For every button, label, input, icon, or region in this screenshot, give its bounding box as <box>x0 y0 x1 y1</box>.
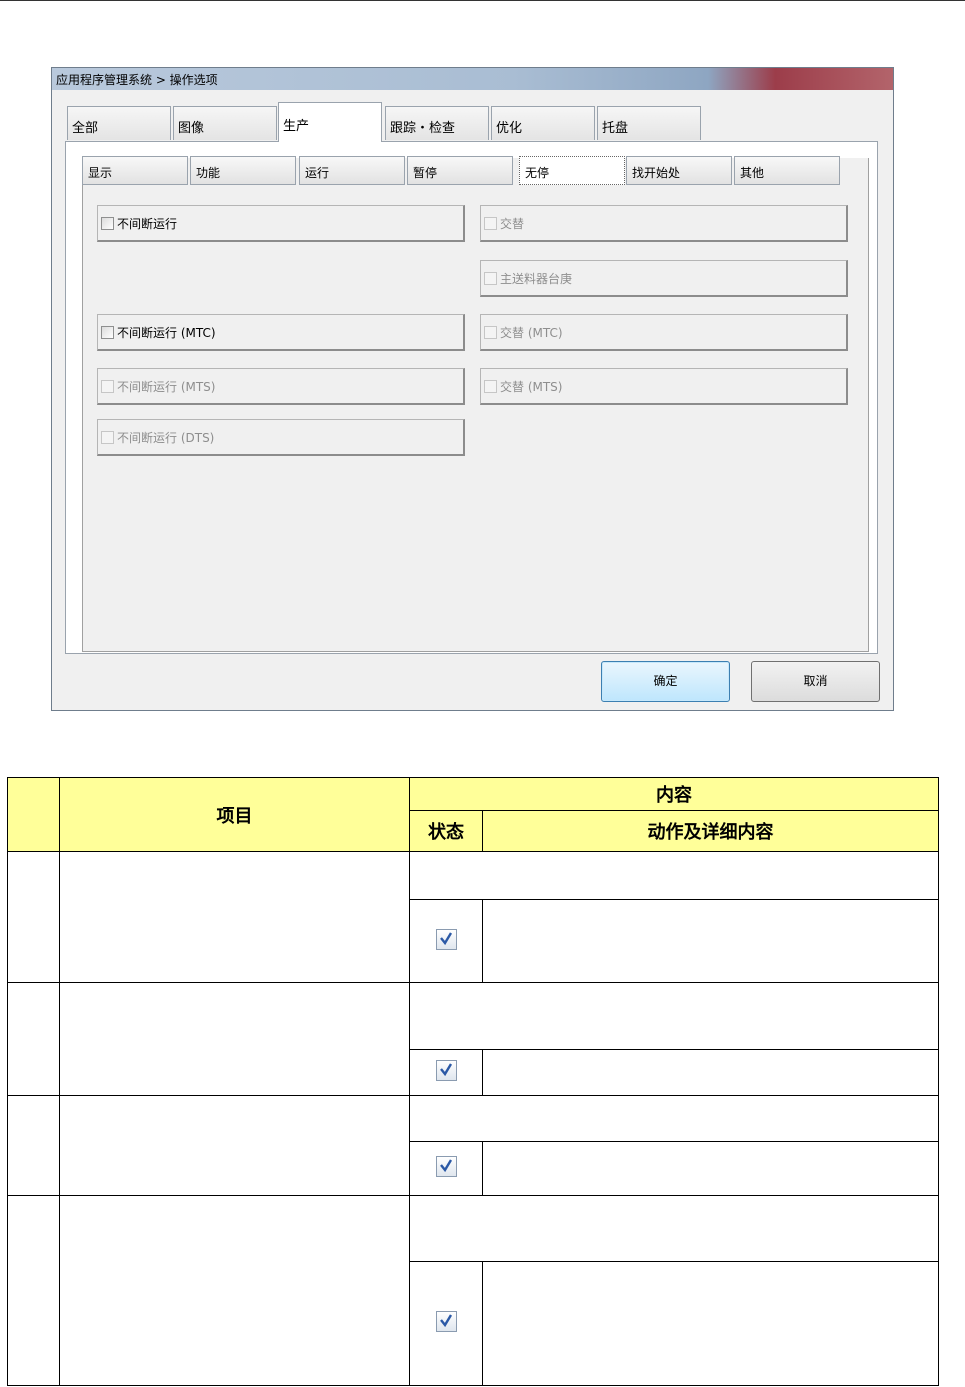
ok-button[interactable]: 确定 <box>601 661 730 702</box>
row-state <box>409 1261 483 1386</box>
table-row <box>7 1195 939 1386</box>
option-nonstop-run-dts: 不间断运行 (DTS) <box>97 419 465 456</box>
subtab-nonstop[interactable]: 无停 <box>519 156 625 185</box>
operation-options-dialog: 应用程序管理系统 > 操作选项 全部 图像 生产 跟踪・检查 优化 托盘 不间断… <box>51 67 894 711</box>
dialog-titlebar[interactable]: 应用程序管理系统 > 操作选项 <box>52 68 893 90</box>
table-row <box>7 1095 939 1196</box>
tab-tray[interactable]: 托盘 <box>597 106 701 140</box>
tab-optimize[interactable]: 优化 <box>491 106 595 140</box>
spec-table: 项目 内容 状态 动作及详细内容 <box>7 777 939 1386</box>
nonstop-sub-panel: 不间断运行 不间断运行 (MTC) 不间断运行 (MTS) 不间断运行 (DTS… <box>82 158 869 652</box>
option-main-feeder-table: 主送料器台庚 <box>480 260 848 297</box>
checkbox-icon <box>484 217 497 230</box>
subtab-other[interactable]: 其他 <box>734 156 840 185</box>
subtab-run[interactable]: 运行 <box>299 156 405 185</box>
row-detail <box>482 1049 939 1096</box>
header-state: 状态 <box>409 810 483 852</box>
row-detail <box>482 1261 939 1386</box>
header-item: 项目 <box>59 777 410 852</box>
row-content-summary <box>409 851 939 900</box>
row-index <box>7 851 60 983</box>
checked-checkbox-icon <box>435 1060 457 1081</box>
checkbox-icon[interactable] <box>101 217 114 230</box>
subtab-find-start[interactable]: 找开始处 <box>626 156 732 185</box>
subtab-display[interactable]: 显示 <box>82 156 188 185</box>
tab-image[interactable]: 图像 <box>173 106 277 140</box>
checkbox-icon <box>101 380 114 393</box>
row-content-summary <box>409 1095 939 1142</box>
header-index-cell <box>7 777 60 852</box>
row-item <box>59 1195 410 1386</box>
header-detail: 动作及详细内容 <box>482 810 939 852</box>
option-alternate: 交替 <box>480 205 848 242</box>
checkbox-icon[interactable] <box>101 326 114 339</box>
subtab-pause[interactable]: 暂停 <box>407 156 513 185</box>
checked-checkbox-icon <box>435 1156 457 1177</box>
row-item <box>59 982 410 1096</box>
row-content-summary <box>409 982 939 1050</box>
row-index <box>7 1095 60 1196</box>
dialog-client-area: 全部 图像 生产 跟踪・检查 优化 托盘 不间断运行 不间断运行 (MTC) 不… <box>64 90 879 655</box>
header-content: 内容 <box>409 777 939 811</box>
option-nonstop-run-mtc[interactable]: 不间断运行 (MTC) <box>97 314 465 351</box>
row-item <box>59 1095 410 1196</box>
page-top-rule <box>0 0 965 1</box>
row-state <box>409 1049 483 1096</box>
row-content-summary <box>409 1195 939 1262</box>
option-nonstop-run[interactable]: 不间断运行 <box>97 205 465 242</box>
option-alternate-mts: 交替 (MTS) <box>480 368 848 405</box>
dialog-title: 应用程序管理系统 > 操作选项 <box>56 73 218 87</box>
tab-track-inspect[interactable]: 跟踪・检查 <box>385 106 489 140</box>
checkbox-icon <box>484 272 497 285</box>
checkbox-icon <box>101 431 114 444</box>
table-row <box>7 982 939 1096</box>
row-state <box>409 1141 483 1196</box>
tab-production[interactable]: 生产 <box>278 102 382 142</box>
option-alternate-mtc: 交替 (MTC) <box>480 314 848 351</box>
subtab-function[interactable]: 功能 <box>190 156 296 185</box>
checkbox-icon <box>484 380 497 393</box>
row-detail <box>482 1141 939 1196</box>
tab-all[interactable]: 全部 <box>67 106 171 140</box>
checked-checkbox-icon <box>435 928 457 950</box>
table-row <box>7 851 939 983</box>
row-item <box>59 851 410 983</box>
row-index <box>7 982 60 1096</box>
checked-checkbox-icon <box>435 1311 457 1332</box>
row-index <box>7 1195 60 1386</box>
checkbox-icon <box>484 326 497 339</box>
cancel-button[interactable]: 取消 <box>751 661 880 702</box>
option-nonstop-run-mts: 不间断运行 (MTS) <box>97 368 465 405</box>
row-state <box>409 899 483 983</box>
row-detail <box>482 899 939 983</box>
production-tab-panel: 不间断运行 不间断运行 (MTC) 不间断运行 (MTS) 不间断运行 (DTS… <box>65 141 878 654</box>
